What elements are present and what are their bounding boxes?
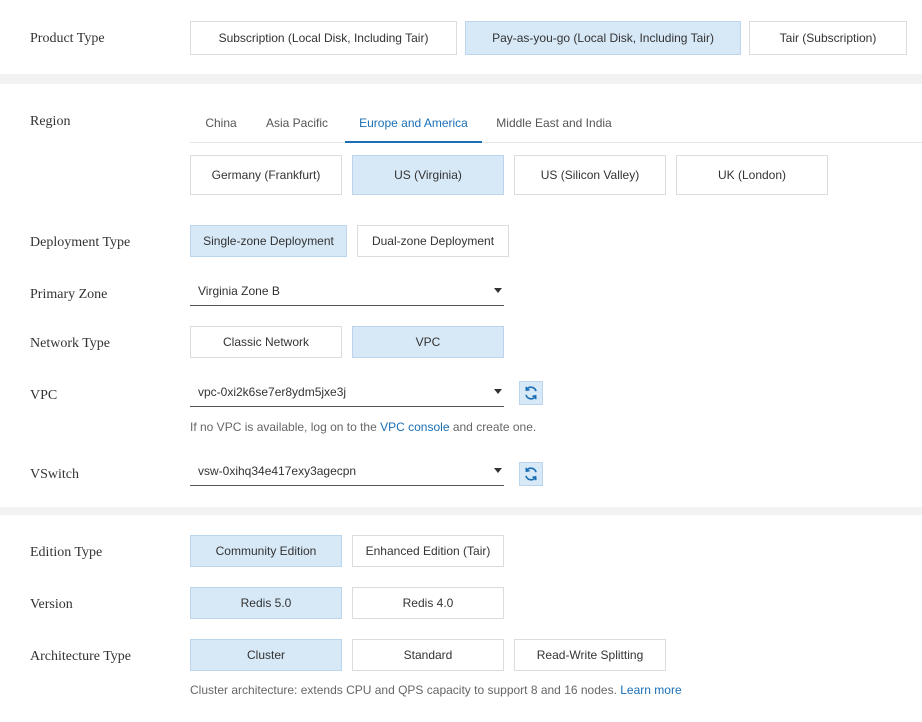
region-tabs: China Asia Pacific Europe and America Mi… xyxy=(190,104,922,143)
vpc-network-button[interactable]: VPC xyxy=(352,326,504,358)
vpc-console-link[interactable]: VPC console xyxy=(380,420,449,434)
product-type-label: Product Type xyxy=(30,31,105,46)
edition-type-label: Edition Type xyxy=(30,545,103,560)
vswitch-value: vsw-0xihq34e417exy3agecpn xyxy=(198,463,357,478)
deployment-type-label: Deployment Type xyxy=(30,235,131,250)
classic-network-button[interactable]: Classic Network xyxy=(190,326,342,358)
dual-zone-deployment-button[interactable]: Dual-zone Deployment xyxy=(357,225,509,257)
region-germany-frankfurt-button[interactable]: Germany (Frankfurt) xyxy=(190,155,342,195)
standard-architecture-button[interactable]: Standard xyxy=(352,639,504,671)
primary-zone-label: Primary Zone xyxy=(30,287,108,302)
vpc-hint-prefix: If no VPC is available, log on to the xyxy=(190,420,381,434)
architecture-hint-text: Cluster architecture: extends CPU and QP… xyxy=(190,683,621,697)
region-us-silicon-valley-button[interactable]: US (Silicon Valley) xyxy=(514,155,666,195)
community-edition-button[interactable]: Community Edition xyxy=(190,535,342,567)
redis-5-0-button[interactable]: Redis 5.0 xyxy=(190,587,342,619)
vpc-select[interactable]: vpc-0xi2k6se7er8ydm5jxe3j xyxy=(190,377,504,407)
product-type-tair-subscription-button[interactable]: Tair (Subscription) xyxy=(749,21,907,55)
region-label: Region xyxy=(30,114,71,129)
vpc-hint: If no VPC is available, log on to the VP… xyxy=(190,420,536,434)
refresh-icon xyxy=(525,467,537,481)
read-write-splitting-button[interactable]: Read-Write Splitting xyxy=(514,639,666,671)
tab-china[interactable]: China xyxy=(190,104,252,142)
vpc-refresh-button[interactable] xyxy=(519,381,543,405)
product-type-section: Product Type Subscription (Local Disk, I… xyxy=(0,0,922,74)
version-label: Version xyxy=(30,597,73,612)
vswitch-label: VSwitch xyxy=(30,467,79,482)
vswitch-refresh-button[interactable] xyxy=(519,462,543,486)
vpc-label: VPC xyxy=(30,388,58,403)
tab-middle-east-and-india[interactable]: Middle East and India xyxy=(490,104,618,142)
primary-zone-value: Virginia Zone B xyxy=(198,283,280,298)
single-zone-deployment-button[interactable]: Single-zone Deployment xyxy=(190,225,347,257)
region-us-virginia-button[interactable]: US (Virginia) xyxy=(352,155,504,195)
chevron-down-icon xyxy=(494,468,502,473)
vpc-hint-suffix: and create one. xyxy=(449,420,537,434)
chevron-down-icon xyxy=(494,389,502,394)
architecture-type-label: Architecture Type xyxy=(30,649,131,664)
product-type-pay-as-you-go-button[interactable]: Pay-as-you-go (Local Disk, Including Tai… xyxy=(465,21,741,55)
learn-more-link[interactable]: Learn more xyxy=(620,683,681,697)
region-uk-london-button[interactable]: UK (London) xyxy=(676,155,828,195)
vswitch-select[interactable]: vsw-0xihq34e417exy3agecpn xyxy=(190,456,504,486)
redis-4-0-button[interactable]: Redis 4.0 xyxy=(352,587,504,619)
cluster-architecture-button[interactable]: Cluster xyxy=(190,639,342,671)
refresh-icon xyxy=(525,386,537,400)
chevron-down-icon xyxy=(494,288,502,293)
tab-asia-pacific[interactable]: Asia Pacific xyxy=(256,104,338,142)
architecture-hint: Cluster architecture: extends CPU and QP… xyxy=(190,683,682,697)
tab-europe-and-america[interactable]: Europe and America xyxy=(345,104,482,143)
primary-zone-select[interactable]: Virginia Zone B xyxy=(190,276,504,306)
enhanced-edition-tair-button[interactable]: Enhanced Edition (Tair) xyxy=(352,535,504,567)
vpc-value: vpc-0xi2k6se7er8ydm5jxe3j xyxy=(198,384,347,399)
network-type-label: Network Type xyxy=(30,336,111,351)
product-type-subscription-button[interactable]: Subscription (Local Disk, Including Tair… xyxy=(190,21,457,55)
